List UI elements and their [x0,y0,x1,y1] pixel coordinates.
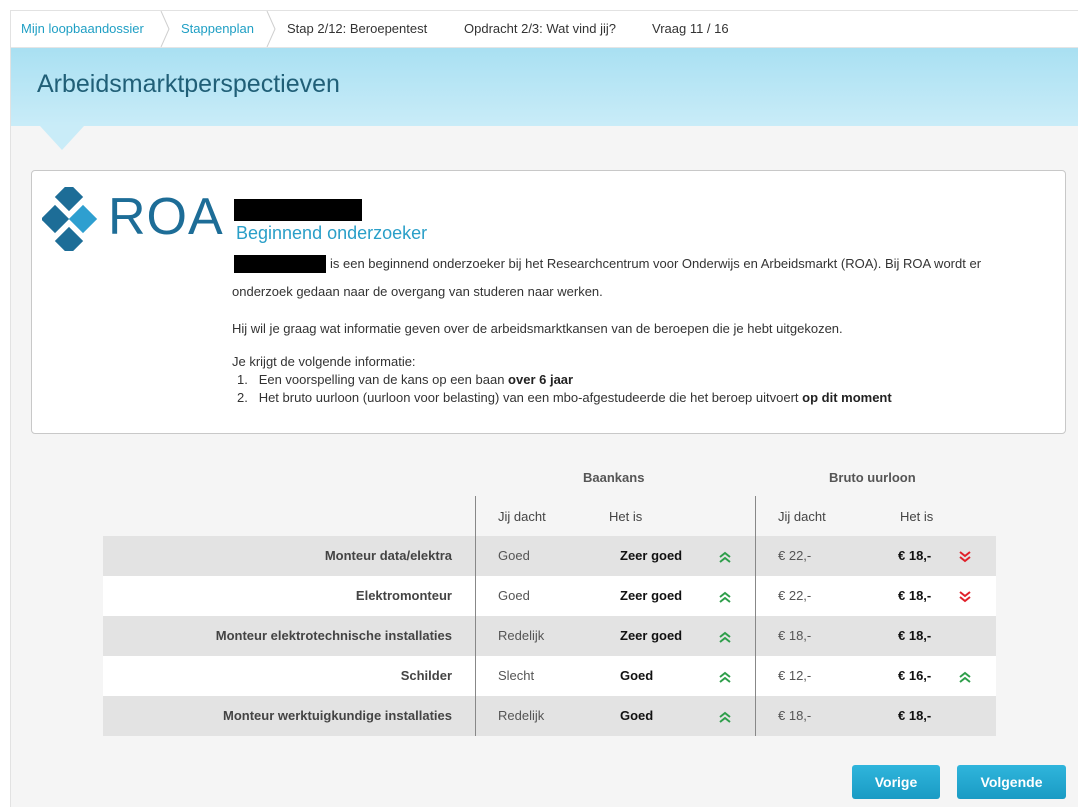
info-list-item: 2. Het bruto uurloon (uurloon voor belas… [237,388,892,408]
baankans-jij-dacht: Redelijk [498,708,545,723]
list-text: Het bruto uurloon (uurloon voor belastin… [258,390,803,405]
uurloon-het-is: € 18,- [898,628,932,643]
page-title: Arbeidsmarktperspectieven [37,70,340,98]
uurloon-jij-dacht: € 18,- [778,628,812,643]
uurloon-jij-dacht: € 18,- [778,708,812,723]
baankans-jij-dacht: Redelijk [498,628,545,643]
info-list-item: 1. Een voorspelling van de kans op een b… [237,370,573,390]
occupation-name: Schilder [400,668,452,683]
uurloon-het-is: € 18,- [898,548,932,563]
uurloon-het-is: € 18,- [898,588,932,603]
group-header-uurloon: Bruto uurloon [829,470,916,485]
baankans-het-is: Goed [620,668,654,683]
breadcrumb-item-stappenplan[interactable]: Stappenplan [181,21,254,36]
occupation-name: Elektromonteur [355,588,452,603]
occupation-name: Monteur elektrotechnische installaties [215,628,452,643]
baankans-het-is: Zeer goed [620,548,683,563]
chevron-right-icon [160,11,170,47]
baankans-jij-dacht: Goed [498,588,530,603]
uurloon-het-is: € 16,- [898,668,932,683]
uurloon-het-is: € 18,- [898,708,932,723]
trend-down-icon [958,590,972,603]
trend-up-icon [718,670,732,683]
uurloon-jij-dacht: € 12,- [778,668,812,683]
group-header-baankans: Baankans [583,470,645,485]
column-divider [755,496,756,736]
baankans-het-is: Goed [620,708,654,723]
occupation-name: Monteur data/elektra [324,548,452,563]
redacted-name [234,199,362,221]
trend-up-icon [958,670,972,683]
roa-logo: ROA [42,185,232,251]
breadcrumb-item-opdracht: Opdracht 2/3: Wat vind jij? [464,21,616,36]
breadcrumb-item-vraag: Vraag 11 / 16 [652,21,729,36]
intro-text-1a: is een beginnend onderzoeker bij het Res… [330,256,982,271]
intro-card: ROA Beginnend onderzoeker is een beginne… [31,170,1066,434]
breadcrumb-item-loopbaandossier[interactable]: Mijn loopbaandossier [21,21,144,36]
next-button[interactable]: Volgende [957,765,1066,799]
list-bold: over 6 jaar [508,372,574,387]
breadcrumb-item-stap: Stap 2/12: Beroepentest [287,21,428,36]
column-divider [475,496,476,736]
uurloon-jij-dacht: € 22,- [778,588,812,603]
breadcrumb: Mijn loopbaandossier Stappenplan Stap 2/… [11,11,1078,48]
baankans-het-is: Zeer goed [620,588,683,603]
uurloon-jij-dacht: € 22,- [778,548,812,563]
list-number: 1. [237,372,248,387]
list-bold: op dit moment [802,390,892,405]
trend-up-icon [718,550,732,563]
col-header-kans-dacht: Jij dacht [498,509,546,524]
trend-up-icon [718,710,732,723]
chevron-right-icon [266,11,276,47]
list-number: 2. [237,390,248,405]
col-header-kans-is: Het is [609,509,643,524]
intro-text-3: Je krijgt de volgende informatie: [232,354,416,369]
list-text: Een voorspelling van de kans op een baan [258,372,509,387]
header-pointer [40,126,84,150]
col-header-loon-dacht: Jij dacht [778,509,826,524]
trend-down-icon [958,550,972,563]
baankans-het-is: Zeer goed [620,628,683,643]
occupation-name: Monteur werktuigkundige installaties [223,708,452,723]
intro-text-2: Hij wil je graag wat informatie geven ov… [232,321,843,336]
baankans-jij-dacht: Goed [498,548,530,563]
previous-button[interactable]: Vorige [852,765,940,799]
header-band: Arbeidsmarktperspectieven [11,48,1078,126]
trend-up-icon [718,630,732,643]
redacted-name-inline [234,255,326,273]
col-header-loon-is: Het is [900,509,934,524]
trend-up-icon [718,590,732,603]
baankans-jij-dacht: Slecht [498,668,535,683]
diamond-logo-icon [42,187,98,251]
role-title: Beginnend onderzoeker [236,223,428,243]
logo-text: ROA [108,188,224,246]
intro-text-1b: onderzoek gedaan naar de overgang van st… [232,284,603,299]
